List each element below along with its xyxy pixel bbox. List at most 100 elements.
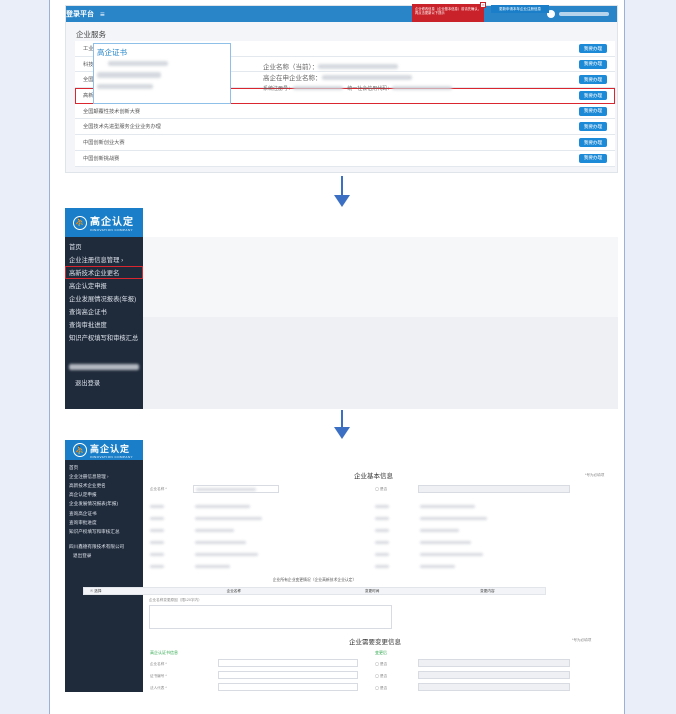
field-input[interactable]: [218, 659, 358, 667]
change-log-header-row: ☉ 选择 企业名称 变更时间 变更内容: [83, 587, 546, 595]
sidebar-menu-item[interactable]: 高企认定申报: [65, 491, 143, 500]
field-label: [150, 517, 164, 521]
runner-logo-icon: ⛹: [73, 443, 87, 457]
date-field[interactable]: [418, 671, 570, 679]
apply-button[interactable]: 我要办理: [579, 59, 607, 69]
sidebar-menu-item[interactable]: 高新技术企业更名: [65, 266, 143, 279]
col-company-name: 企业名称: [226, 588, 241, 593]
apply-button[interactable]: 我要办理: [579, 44, 607, 53]
reason-textarea[interactable]: [149, 605, 392, 629]
field-value: [195, 529, 234, 533]
field-input[interactable]: [218, 671, 358, 679]
field-label: [150, 553, 164, 557]
sidebar-menu-item[interactable]: 查询审批进度: [65, 518, 143, 527]
readonly-field: [418, 485, 570, 493]
apply-button[interactable]: 我要办理: [579, 75, 607, 85]
hitech-dashboard-screenshot: ⛹ 高企认定 INNOVATION COMPANY 首页 企业注册信息管理 › 高新…: [65, 208, 618, 409]
sidebar-menu-item[interactable]: 首页: [65, 240, 143, 253]
down-arrow-icon: [334, 410, 350, 440]
field-label: 法人代表 *: [150, 686, 167, 690]
field-value: [195, 517, 262, 521]
field-label: [375, 553, 389, 557]
field-value: [195, 553, 258, 557]
apply-button[interactable]: 我要办理: [579, 91, 607, 101]
logo-name: 高企认定: [90, 443, 131, 454]
field-label: [375, 529, 389, 533]
cert-info-title: 高企认证书信息: [150, 650, 178, 655]
company-name-input[interactable]: [193, 485, 279, 493]
field-label: 企业名称 *: [150, 662, 167, 666]
info-band: [143, 237, 618, 317]
sidebar-menu-item[interactable]: 知识产权填写和审核汇总: [65, 527, 143, 536]
update-registration-button[interactable]: 更新申请本年企业注册信息: [491, 5, 549, 13]
logo-sub: INNOVATION COMPANY: [90, 454, 134, 459]
company-tag: 四川鑫德有限技术有限公司: [69, 544, 125, 550]
field-label: 证书编号 *: [150, 674, 167, 678]
radio-option[interactable]: ◯ 是否: [375, 487, 387, 492]
apply-button[interactable]: 我要办理: [579, 138, 607, 148]
service-row[interactable]: 全国技术先进型服务企业业务办理 我要办理: [75, 119, 615, 136]
field-input[interactable]: [218, 683, 358, 691]
field-value: [420, 529, 459, 533]
sidebar-menu-item[interactable]: 企业发展情况报表(年报): [65, 292, 143, 305]
apply-button[interactable]: 我要办理: [579, 153, 607, 163]
after-change-title: 变更后: [375, 650, 387, 655]
radio-option[interactable]: ◯ 是否: [375, 674, 387, 679]
certificate-card[interactable]: 高企证书: [93, 43, 231, 104]
readonly-field: [418, 659, 570, 667]
form-toolbar: [143, 440, 618, 460]
radio-option[interactable]: ◯ 是否: [375, 662, 387, 667]
menu-icon[interactable]: ≡: [100, 10, 105, 19]
field-label: [150, 565, 164, 569]
sidebar-menu-item[interactable]: 查询高企证书: [65, 305, 143, 318]
sidebar-menu-item[interactable]: 高新技术企业更名: [65, 481, 143, 490]
applying-name-label: 高企在申企业名称：: [263, 75, 322, 82]
field-value: [420, 517, 487, 521]
system-id-label: 系统注册号：: [263, 86, 294, 92]
field-value: [420, 505, 475, 509]
field-label: [375, 565, 389, 569]
sidebar-menu-item[interactable]: 企业注册信息管理 ›: [65, 472, 143, 481]
service-label: 中国创新挑战赛: [83, 155, 120, 162]
field-value: [195, 565, 230, 569]
company-name-field-label: 企业名称 *: [150, 487, 167, 491]
field-label: [150, 505, 164, 509]
sidebar-menu-item[interactable]: 查询高企证书: [65, 509, 143, 518]
company-name-label: 企业名称（当前）：: [263, 64, 319, 71]
change-log-table: 企业所有企业变更情况（企业高新技术企业认定） ☉ 选择 企业名称 变更时间 变更…: [83, 578, 546, 629]
close-icon[interactable]: ×: [480, 2, 486, 8]
notice-tooltip: 企业修改信息（企业基本信息）前请先确认，再点击更新以下提示 ×: [412, 2, 486, 22]
sidebar: ⛹ 高企认定 INNOVATION COMPANY 首页 企业注册信息管理 › 高新…: [65, 440, 143, 692]
required-note: *号为必填项: [585, 473, 605, 477]
sidebar-menu-item[interactable]: 企业发展情况报表(年报): [65, 500, 143, 509]
service-row[interactable]: 全国颠覆性技术创新大赛 我要办理: [75, 103, 615, 120]
field-value: [195, 505, 250, 509]
sidebar: ⛹ 高企认定 INNOVATION COMPANY 首页 企业注册信息管理 › 高新…: [65, 208, 143, 409]
radio-option[interactable]: ◯ 是否: [375, 686, 387, 691]
apply-button[interactable]: 我要办理: [579, 122, 607, 132]
field-label: [375, 541, 389, 545]
field-label: [375, 505, 389, 509]
field-value: [195, 541, 246, 545]
change-log-header: 企业所有企业变更情况（企业高新技术企业认定）: [272, 578, 357, 582]
section-title: 企业服务: [76, 30, 106, 39]
sidebar-menu-item[interactable]: 高企认定申报: [65, 279, 143, 292]
service-label: 全国颠覆性技术创新大赛: [83, 108, 141, 115]
sidebar-menu-item[interactable]: 首页: [65, 463, 143, 472]
field-label: [375, 517, 389, 521]
readonly-field: [418, 683, 570, 691]
apply-button[interactable]: 我要办理: [579, 106, 607, 116]
col-change-content: 变更内容: [480, 588, 495, 593]
main-header: [143, 208, 618, 237]
logout-link[interactable]: 退出登录: [65, 552, 143, 561]
cert-title: 高企证书: [97, 48, 127, 57]
sidebar-menu-item[interactable]: 知识产权填写和审核汇总: [65, 331, 143, 344]
service-row[interactable]: 中国创新挑战赛 我要办理: [75, 150, 615, 167]
sidebar-menu-item[interactable]: 查询审批进度: [65, 318, 143, 331]
logout-link[interactable]: 退出登录: [65, 376, 143, 389]
service-row[interactable]: 中国创新创业大赛 我要办理: [75, 135, 615, 151]
sidebar-menu-item[interactable]: 企业注册信息管理 ›: [65, 253, 143, 266]
logo: ⛹ 高企认定 INNOVATION COMPANY: [65, 440, 143, 460]
down-arrow-icon: [334, 176, 350, 208]
required-note-2: *号为必填项: [572, 638, 592, 642]
